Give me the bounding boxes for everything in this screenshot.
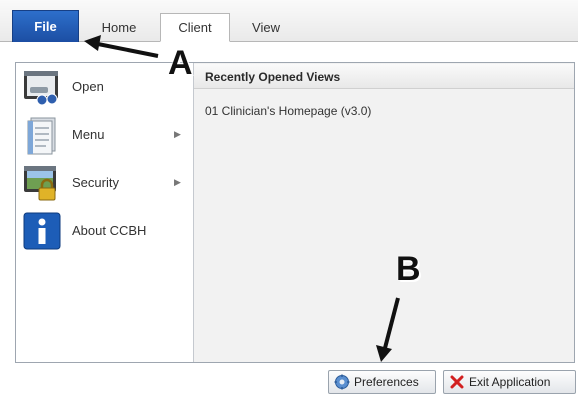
menu-icon <box>22 115 62 155</box>
menu-item-about[interactable]: About CCBH <box>22 211 192 255</box>
menu-item-open-label: Open <box>72 79 104 94</box>
annotation-label-b: B <box>396 250 421 288</box>
tab-view[interactable]: View <box>236 13 296 41</box>
menu-item-about-label: About CCBH <box>72 223 147 238</box>
close-icon <box>450 375 464 389</box>
recent-view-item[interactable]: 01 Clinician's Homepage (v3.0) <box>205 104 371 118</box>
info-icon <box>22 211 62 251</box>
pane-divider <box>193 63 194 362</box>
preferences-label: Preferences <box>354 375 419 389</box>
preferences-button[interactable]: Preferences <box>328 370 436 394</box>
menu-item-menu-label: Menu <box>72 127 105 142</box>
recent-views-title: Recently Opened Views <box>205 70 341 84</box>
gear-icon <box>334 374 350 390</box>
tab-file[interactable]: File <box>12 10 79 42</box>
submenu-arrow-icon: ▶ <box>174 129 181 139</box>
security-icon <box>22 163 62 203</box>
ribbon-divider <box>0 41 578 42</box>
menu-item-security[interactable]: Security ▶ <box>22 163 192 207</box>
exit-application-label: Exit Application <box>469 375 551 389</box>
exit-application-button[interactable]: Exit Application <box>443 370 576 394</box>
tab-home[interactable]: Home <box>87 13 151 41</box>
menu-item-menu[interactable]: Menu ▶ <box>22 115 192 159</box>
menu-item-security-label: Security <box>72 175 119 190</box>
submenu-arrow-icon: ▶ <box>174 177 181 187</box>
annotation-label-a: A <box>168 44 193 82</box>
tab-client[interactable]: Client <box>160 13 230 42</box>
menu-item-open[interactable]: Open <box>22 67 192 111</box>
open-icon <box>22 67 62 107</box>
